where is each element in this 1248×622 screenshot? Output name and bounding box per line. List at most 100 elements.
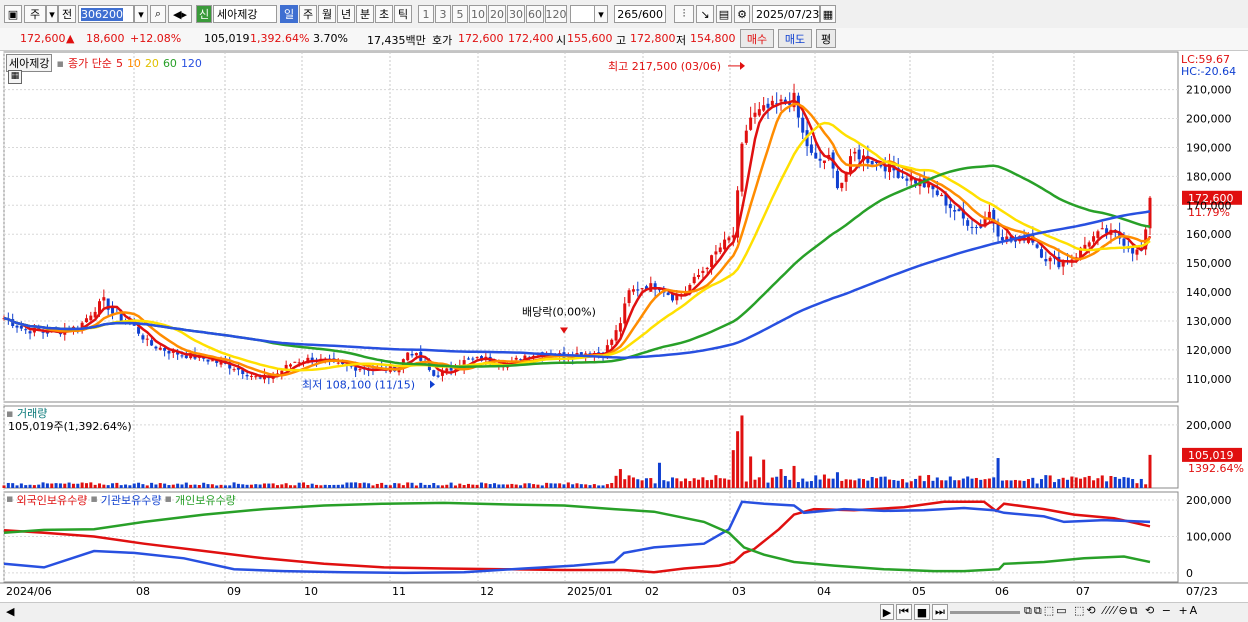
candle-body <box>254 376 258 378</box>
volume-bar <box>54 483 58 488</box>
eval-button[interactable]: 평 <box>816 29 836 48</box>
volume-bar <box>588 485 592 488</box>
buy-button[interactable]: 매수 <box>740 29 774 48</box>
code-dropdown-icon[interactable]: ▾ <box>134 5 148 23</box>
volume-bar <box>245 484 249 488</box>
minute-tab-5[interactable]: 5 <box>452 5 468 23</box>
volume-bar <box>137 482 141 488</box>
high-price: 172,800 <box>630 32 676 45</box>
volume-bar <box>618 469 622 488</box>
volume-bar <box>449 482 453 488</box>
volume-bar <box>710 479 714 488</box>
draw-tool-icon[interactable]: ↘ <box>696 5 714 23</box>
candle-body <box>723 239 727 250</box>
table-icon[interactable]: ▦ <box>8 70 22 84</box>
period-tab-1[interactable]: 주 <box>299 5 317 23</box>
volume-bar <box>1066 479 1070 488</box>
price-tick-label: 200,000 <box>1186 113 1232 126</box>
candle-body <box>163 348 167 351</box>
holdings-legend: ▪ 외국인보유수량 ▪ 기관보유수량 ▪ 개인보유수량 <box>6 492 236 508</box>
x-tick-label: 07 <box>1076 585 1090 598</box>
volume-bar <box>592 484 596 488</box>
volume-bar <box>835 472 839 488</box>
volume-bar <box>940 480 944 488</box>
period-tab-3[interactable]: 년 <box>337 5 355 23</box>
x-tick-label: 02 <box>645 585 659 598</box>
speaker-icon[interactable]: ◀▸ <box>168 5 192 23</box>
volume-bar <box>705 480 709 488</box>
period-tab-5[interactable]: 초 <box>375 5 393 23</box>
candle-body <box>184 355 188 359</box>
volume-bar <box>210 484 214 488</box>
stop-icon[interactable]: ■ <box>914 604 930 620</box>
stock-code-input[interactable]: 306200 <box>78 5 134 23</box>
chevron-down-icon[interactable]: ▾ <box>46 5 58 23</box>
volume-bar <box>410 482 414 488</box>
sell-button[interactable]: 매도 <box>778 29 812 48</box>
minute-tab-20[interactable]: 20 <box>488 5 506 23</box>
period-tab-4[interactable]: 분 <box>356 5 374 23</box>
period-tab-2[interactable]: 월 <box>318 5 336 23</box>
minute-tab-120[interactable]: 120 <box>545 5 567 23</box>
candle-body <box>158 347 162 350</box>
price-tick-label: 120,000 <box>1186 344 1232 357</box>
volume-bar <box>2 485 6 488</box>
candle-body <box>857 149 861 160</box>
volume-bar <box>267 483 271 488</box>
period-select[interactable]: 주 <box>24 5 46 23</box>
period-tab-6[interactable]: 틱 <box>394 5 412 23</box>
volume-bar <box>1079 478 1083 488</box>
volume-bar <box>11 483 15 488</box>
minute-tab-1[interactable]: 1 <box>418 5 434 23</box>
volume-bar <box>258 484 262 488</box>
count-field[interactable]: 265/600 <box>614 5 666 23</box>
volume-bar <box>1096 478 1100 488</box>
foreign-series-label: 외국인보유수량 <box>16 494 88 507</box>
volume-bar <box>523 483 527 488</box>
interval-dropdown-icon[interactable]: ▾ <box>594 5 608 23</box>
volume-bar <box>640 480 644 488</box>
volume-bar <box>1144 484 1148 488</box>
volume-bar <box>1109 475 1113 488</box>
candle-body <box>210 360 214 362</box>
volume-bar <box>115 482 119 488</box>
next-icon[interactable]: ▶ <box>880 604 894 620</box>
chart-window-icon[interactable]: ▣ <box>4 5 22 23</box>
x-end-label: 07/23 <box>1186 585 1218 598</box>
volume-bar <box>471 484 475 488</box>
rewind-icon[interactable]: ⏮ <box>896 604 912 620</box>
candle-body <box>766 103 770 108</box>
minute-tab-30[interactable]: 30 <box>507 5 525 23</box>
candle-type-icon[interactable]: ⫶ <box>674 5 694 23</box>
calendar-icon[interactable]: ▦ <box>820 5 836 23</box>
date-input[interactable]: 2025/07/23 <box>752 5 820 23</box>
stock-name-field[interactable]: 세아제강 <box>213 5 277 23</box>
volume-bar <box>666 481 670 488</box>
minute-tab-3[interactable]: 3 <box>435 5 451 23</box>
volume-bar <box>605 484 609 488</box>
volume-bar <box>419 482 423 488</box>
period-tab-0[interactable]: 일 <box>280 5 298 23</box>
minute-tab-60[interactable]: 60 <box>526 5 544 23</box>
volume-bar <box>1057 479 1061 488</box>
gear-icon[interactable]: ⚙ <box>734 5 750 23</box>
volume-bar <box>532 484 536 488</box>
mode-button[interactable]: 전 <box>58 5 76 23</box>
volume-bar <box>1044 475 1048 488</box>
volume-bar <box>914 478 918 488</box>
tool-icons[interactable]: ⧉⧉⬚▭ ⬚⟲ ⁄⁄⁄⁄⊖⧉ ⟲ − +A <box>1024 604 1199 618</box>
volume-bar <box>262 483 266 488</box>
scroll-bar[interactable]: ◀ ▶ ⏮ ■ ⏭ ⧉⧉⬚▭ ⬚⟲ ⁄⁄⁄⁄⊖⧉ ⟲ − +A <box>0 602 1248 622</box>
save-icon[interactable]: ▤ <box>716 5 732 23</box>
candle-body <box>24 329 28 331</box>
x-tick-label: 05 <box>912 585 926 598</box>
zoom-slider[interactable] <box>950 611 1020 614</box>
price-tick-label: 170,000 <box>1186 199 1232 212</box>
volume-pct-label: 1392.64% <box>1188 462 1244 475</box>
forward-icon[interactable]: ⏭ <box>932 604 948 620</box>
scroll-left-icon[interactable]: ◀ <box>6 605 14 618</box>
volume-bar <box>649 478 653 488</box>
minute-tab-10[interactable]: 10 <box>469 5 487 23</box>
search-icon[interactable]: ⌕ <box>150 5 166 23</box>
chart-area[interactable]: 172,60011.79% 105,0191392.64% 2024/06 08 0… <box>0 50 1248 602</box>
